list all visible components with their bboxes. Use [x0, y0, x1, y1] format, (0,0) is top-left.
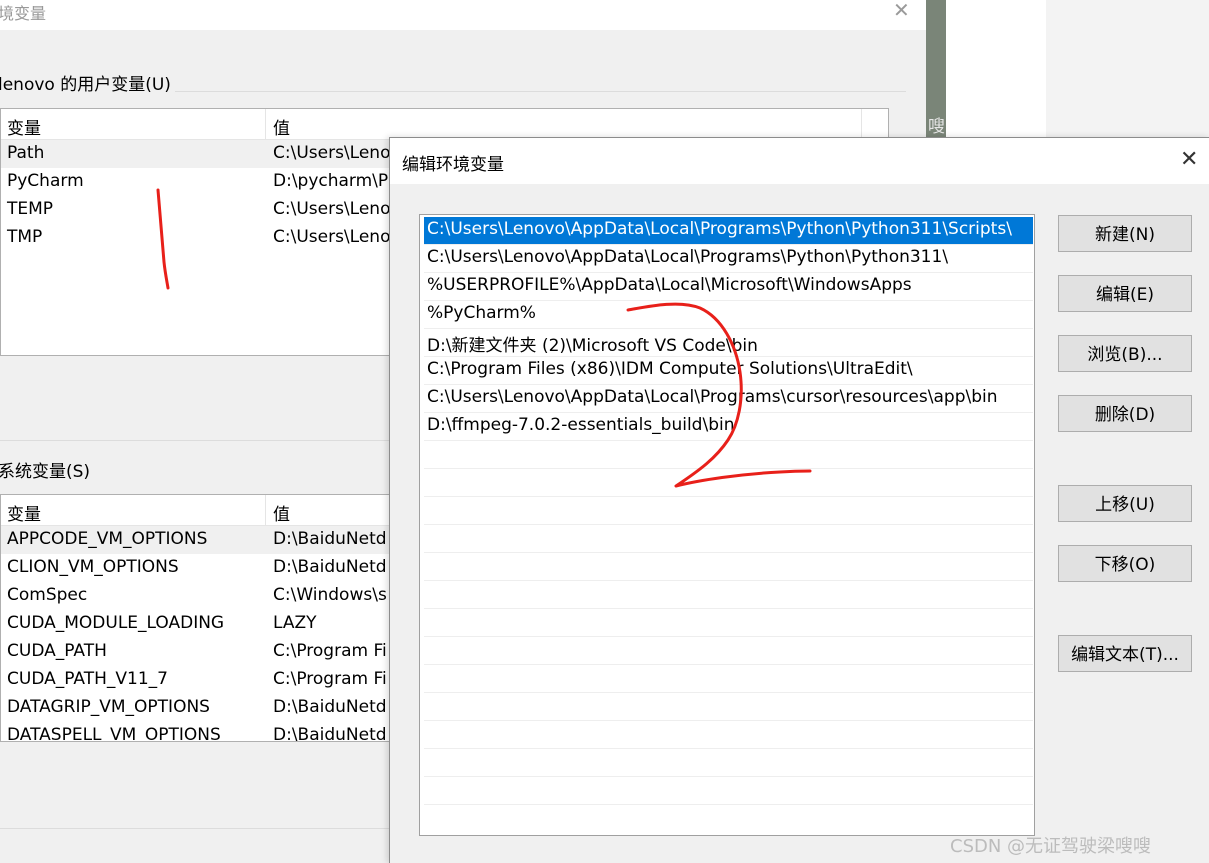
column-header-value[interactable]: 值: [273, 114, 290, 139]
var-value: LAZY: [273, 613, 317, 633]
path-entry[interactable]: %PyCharm%: [424, 301, 1033, 329]
path-entry-empty[interactable]: [424, 525, 1033, 553]
var-value: D:\BaiduNetd: [273, 697, 387, 717]
path-entry-text: D:\ffmpeg-7.0.2-essentials_build\bin: [427, 415, 735, 435]
edit-env-var-dialog: 编辑环境变量 ✕ C:\Users\Lenovo\AppData\Local\P…: [389, 137, 1209, 863]
var-value: C:\Users\Leno: [273, 227, 391, 247]
path-entry-empty[interactable]: [424, 777, 1033, 805]
background-side-text: 嗖: [928, 117, 945, 137]
column-separator[interactable]: [265, 109, 266, 139]
path-entry-empty[interactable]: [424, 553, 1033, 581]
new-button[interactable]: 新建(N): [1058, 215, 1192, 252]
var-name: CUDA_PATH: [7, 641, 107, 661]
var-name: APPCODE_VM_OPTIONS: [7, 529, 208, 549]
var-name: TEMP: [7, 199, 54, 219]
var-name: CLION_VM_OPTIONS: [7, 557, 179, 577]
var-value: D:\pycharm\P: [273, 171, 389, 191]
path-entry-empty[interactable]: [424, 721, 1033, 749]
path-entry-empty[interactable]: [424, 441, 1033, 469]
var-value: C:\Users\Leno: [273, 199, 391, 219]
path-entry-text: D:\新建文件夹 (2)\Microsoft VS Code\bin: [427, 336, 758, 356]
var-value: C:\Users\Leno: [273, 143, 391, 163]
path-entry[interactable]: D:\ffmpeg-7.0.2-essentials_build\bin: [424, 413, 1033, 441]
path-entry-empty[interactable]: [424, 637, 1033, 665]
column-header-value[interactable]: 值: [273, 500, 290, 525]
system-vars-group-label: 系统变量(S): [0, 457, 95, 482]
close-icon[interactable]: ✕: [1180, 147, 1198, 172]
var-name: DATAGRIP_VM_OPTIONS: [7, 697, 210, 717]
path-entry-empty[interactable]: [424, 581, 1033, 609]
delete-button[interactable]: 删除(D): [1058, 395, 1192, 432]
var-name: CUDA_MODULE_LOADING: [7, 613, 225, 633]
var-name: TMP: [7, 227, 43, 247]
var-value: D:\BaiduNetd: [273, 557, 387, 577]
move-up-button[interactable]: 上移(U): [1058, 485, 1192, 522]
path-entry[interactable]: D:\新建文件夹 (2)\Microsoft VS Code\bin: [424, 329, 1033, 357]
column-header-variable[interactable]: 变量: [7, 500, 41, 525]
path-entry[interactable]: C:\Users\Lenovo\AppData\Local\Programs\P…: [424, 217, 1033, 245]
var-name: CUDA_PATH_V11_7: [7, 669, 168, 689]
browse-button[interactable]: 浏览(B)...: [1058, 335, 1192, 372]
edit-button[interactable]: 编辑(E): [1058, 275, 1192, 312]
path-entry-text: %PyCharm%: [427, 303, 536, 323]
path-entry[interactable]: C:\Program Files (x86)\IDM Computer Solu…: [424, 357, 1033, 385]
path-entries-list[interactable]: C:\Users\Lenovo\AppData\Local\Programs\P…: [419, 214, 1035, 836]
column-separator[interactable]: [861, 109, 862, 139]
env-vars-titlebar: 境变量 ✕: [0, 0, 926, 30]
path-entry-empty[interactable]: [424, 469, 1033, 497]
env-vars-title: 境变量: [0, 4, 47, 23]
path-entry[interactable]: C:\Users\Lenovo\AppData\Local\Programs\c…: [424, 385, 1033, 413]
var-value: C:\Program Fi: [273, 669, 387, 689]
watermark: CSDN @无证驾驶梁嗖嗖: [950, 836, 1152, 857]
path-entry-empty[interactable]: [424, 665, 1033, 693]
path-entry[interactable]: %USERPROFILE%\AppData\Local\Microsoft\Wi…: [424, 273, 1033, 301]
move-down-button[interactable]: 下移(O): [1058, 545, 1192, 582]
dialog-title: 编辑环境变量: [402, 155, 504, 175]
column-separator[interactable]: [265, 495, 266, 525]
user-vars-group-label: lenovo 的用户变量(U): [0, 70, 175, 95]
path-entry-empty[interactable]: [424, 609, 1033, 637]
var-value: D:\BaiduNetd: [273, 725, 387, 742]
column-header-variable[interactable]: 变量: [7, 114, 41, 139]
path-entry-text: C:\Users\Lenovo\AppData\Local\Programs\P…: [427, 247, 949, 267]
path-entry-empty[interactable]: [424, 693, 1033, 721]
path-entry-empty[interactable]: [424, 497, 1033, 525]
path-entry[interactable]: C:\Users\Lenovo\AppData\Local\Programs\P…: [424, 245, 1033, 273]
var-name: Path: [7, 143, 45, 163]
edit-text-button[interactable]: 编辑文本(T)...: [1058, 635, 1192, 672]
var-name: PyCharm: [7, 171, 84, 191]
path-entry-text: C:\Users\Lenovo\AppData\Local\Programs\P…: [427, 219, 1012, 239]
var-name: DATASPELL_VM_OPTIONS: [7, 725, 221, 742]
list-header: 变量 值: [1, 109, 888, 140]
var-value: D:\BaiduNetd: [273, 529, 387, 549]
var-name: ComSpec: [7, 585, 88, 605]
dialog-titlebar: 编辑环境变量 ✕: [390, 138, 1209, 184]
var-value: C:\Windows\s: [273, 585, 387, 605]
path-entry-text: %USERPROFILE%\AppData\Local\Microsoft\Wi…: [427, 275, 912, 295]
var-value: C:\Program Fi: [273, 641, 387, 661]
close-icon[interactable]: ✕: [893, 0, 910, 22]
path-entry-empty[interactable]: [424, 749, 1033, 777]
path-entry-text: C:\Program Files (x86)\IDM Computer Solu…: [427, 359, 913, 379]
path-entry-text: C:\Users\Lenovo\AppData\Local\Programs\c…: [427, 387, 998, 407]
